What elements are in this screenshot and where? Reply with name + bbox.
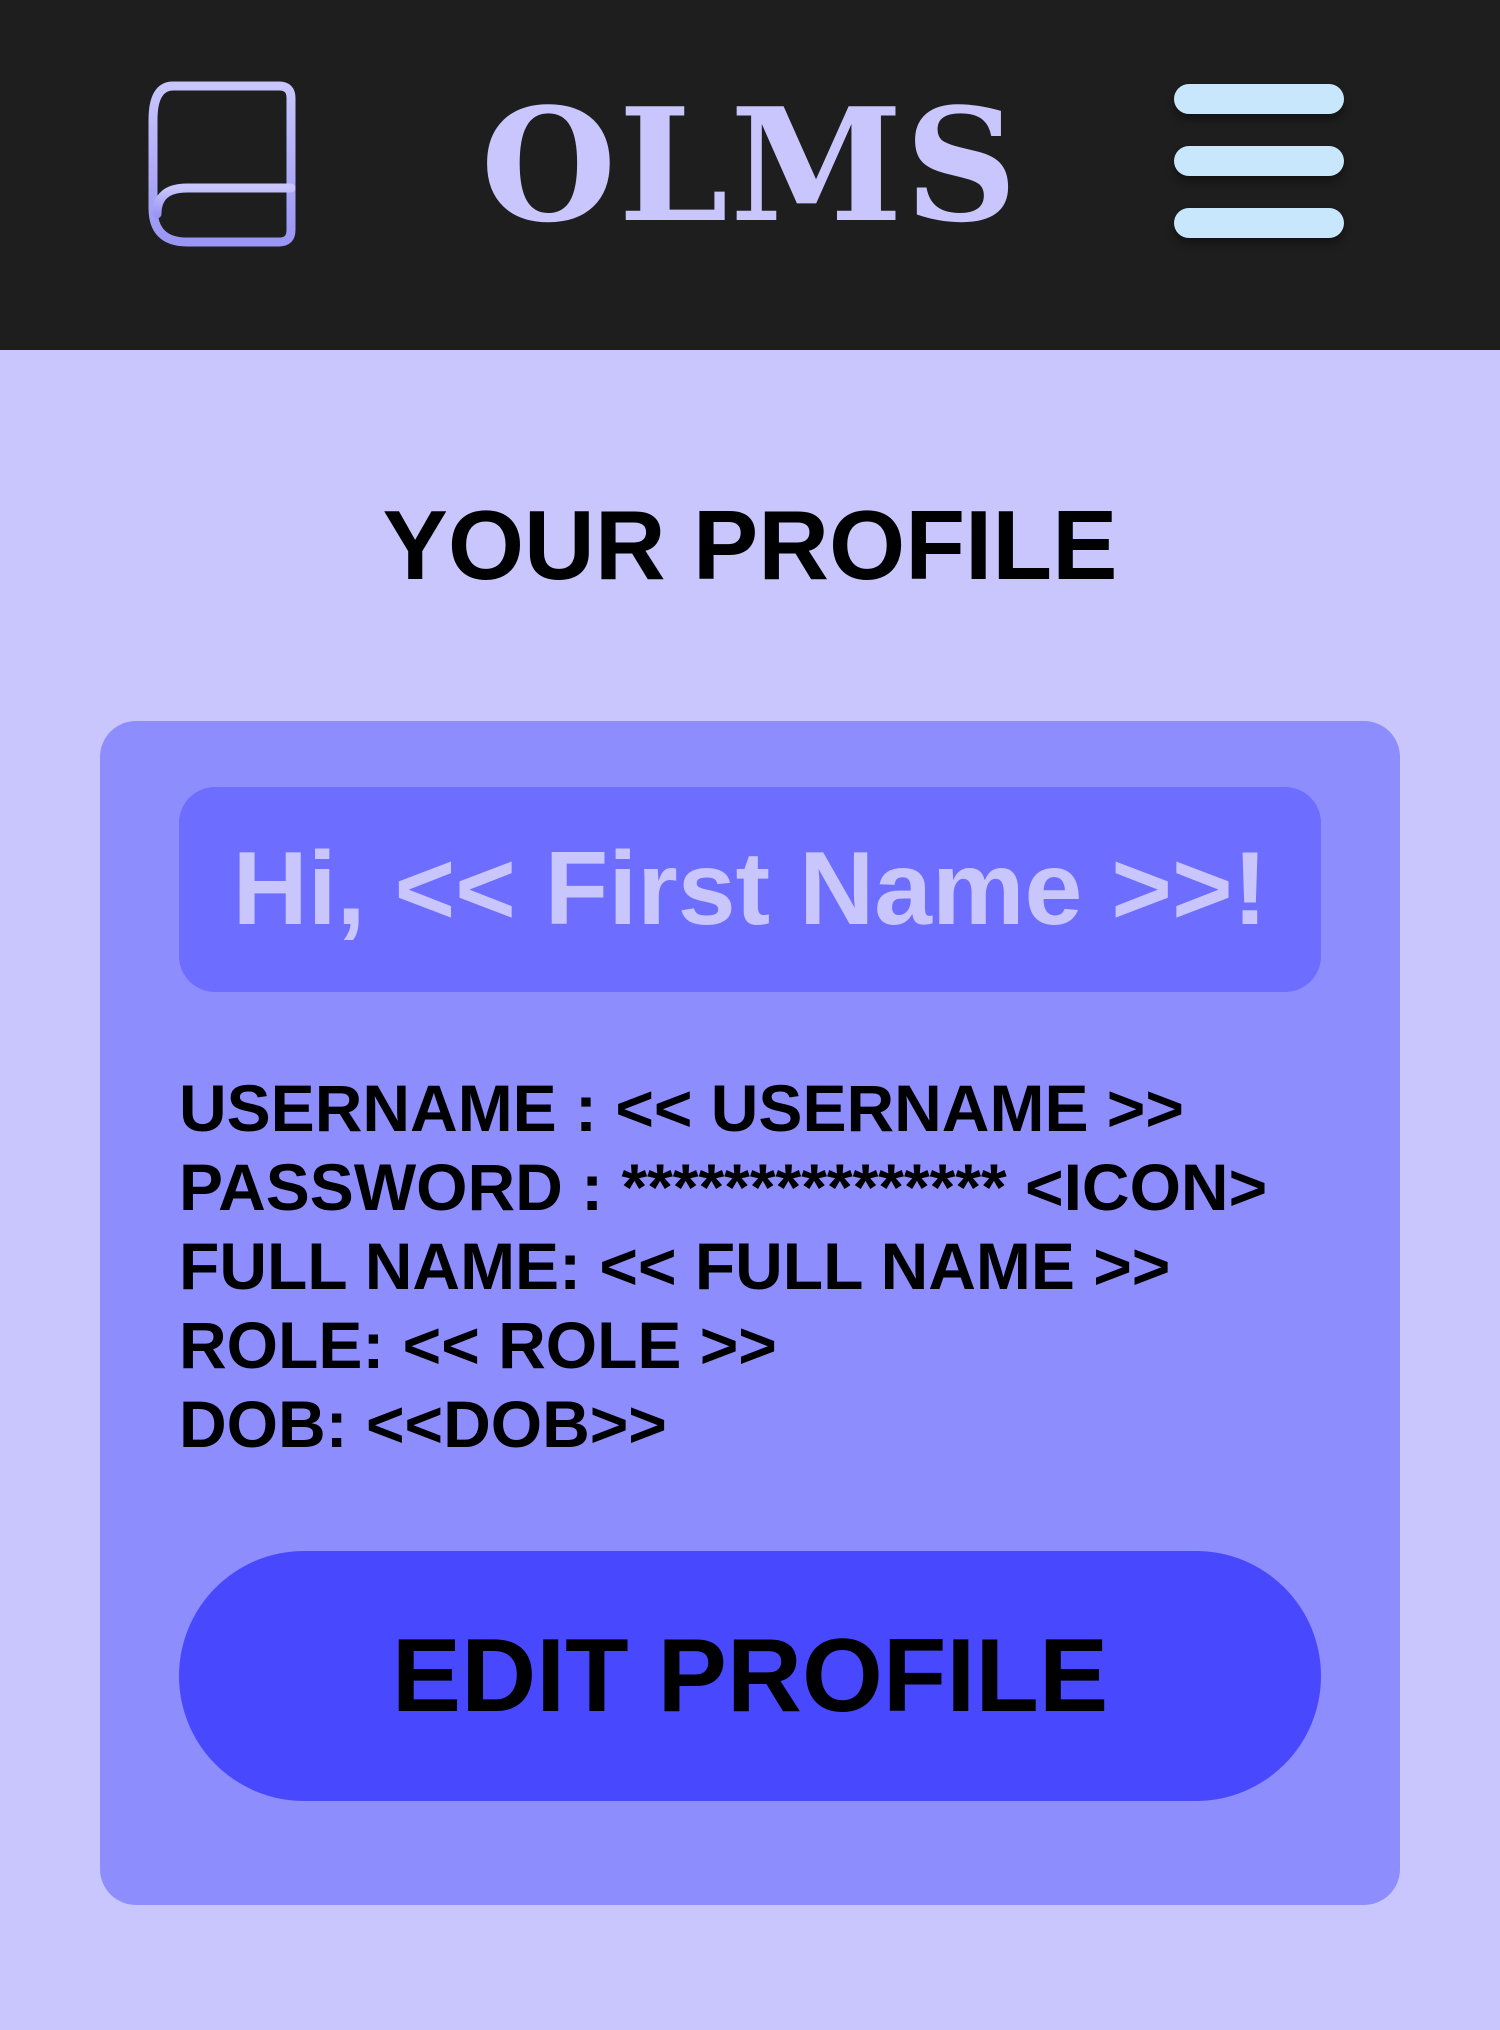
role-field: ROLE: << ROLE >>	[179, 1308, 777, 1382]
username-field: USERNAME : << USERNAME >>	[179, 1071, 1184, 1145]
dob-field: DOB: <<DOB>>	[179, 1387, 667, 1461]
profile-card: Hi, << First Name >>! USERNAME : << USER…	[100, 721, 1400, 1905]
profile-details: USERNAME : << USERNAME >> PASSWORD : ***…	[179, 1069, 1339, 1464]
page-title: YOUR PROFILE	[382, 490, 1118, 600]
menu-bar-top	[1174, 84, 1344, 114]
menu-bar-middle	[1174, 146, 1344, 176]
greeting-text: Hi, << First Name >>!	[232, 831, 1268, 947]
hamburger-menu-icon[interactable]	[1168, 80, 1352, 250]
full-name-field: FULL NAME: << FULL NAME >>	[179, 1229, 1171, 1303]
password-field: PASSWORD : *************** <ICON>	[179, 1150, 1268, 1224]
menu-bar-bottom	[1174, 208, 1344, 238]
edit-profile-button[interactable]: EDIT PROFILE	[179, 1551, 1321, 1801]
greeting-banner: Hi, << First Name >>!	[179, 787, 1321, 992]
top-navigation-bar: OLMS	[0, 0, 1500, 350]
